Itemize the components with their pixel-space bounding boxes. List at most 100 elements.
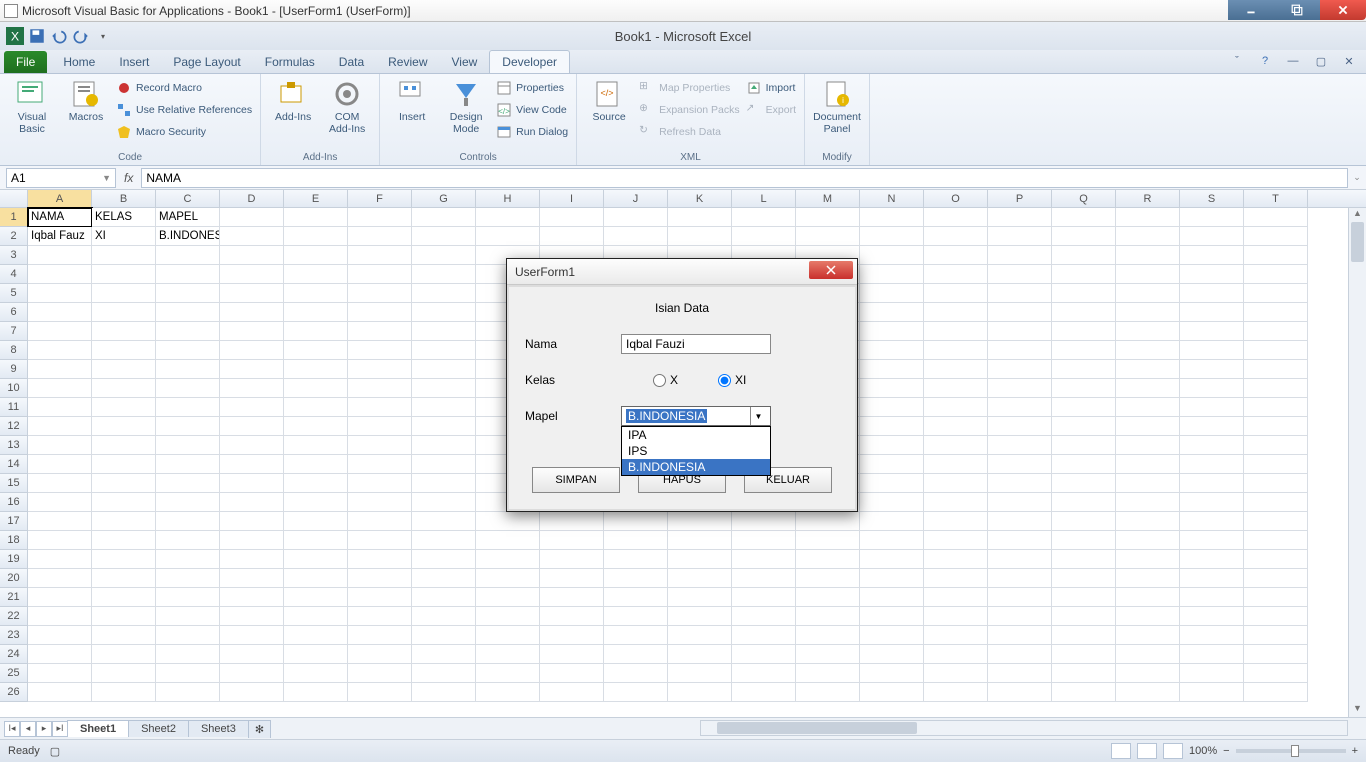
sheet-prev-icon[interactable]: ◂: [20, 721, 36, 737]
cell[interactable]: [284, 493, 348, 512]
tab-developer[interactable]: Developer: [489, 50, 570, 73]
cell[interactable]: [604, 569, 668, 588]
cell[interactable]: [220, 645, 284, 664]
import-button[interactable]: Import: [746, 78, 796, 98]
cell[interactable]: [412, 626, 476, 645]
column-header[interactable]: F: [348, 190, 412, 207]
column-header[interactable]: G: [412, 190, 476, 207]
cell[interactable]: [1052, 417, 1116, 436]
cell[interactable]: [156, 436, 220, 455]
cell[interactable]: [220, 474, 284, 493]
run-dialog-button[interactable]: Run Dialog: [496, 122, 568, 142]
cell[interactable]: [1180, 607, 1244, 626]
cell[interactable]: [28, 455, 92, 474]
cell[interactable]: [1180, 303, 1244, 322]
cell[interactable]: [1052, 569, 1116, 588]
cell[interactable]: [1116, 303, 1180, 322]
row-header[interactable]: 9: [0, 360, 28, 379]
cell[interactable]: [412, 664, 476, 683]
cell[interactable]: [732, 569, 796, 588]
cell[interactable]: [860, 531, 924, 550]
cell[interactable]: [1244, 474, 1308, 493]
cell[interactable]: [924, 588, 988, 607]
cell[interactable]: [92, 626, 156, 645]
cell[interactable]: [1052, 645, 1116, 664]
macro-record-status-icon[interactable]: ▢: [50, 745, 60, 758]
cell[interactable]: [924, 474, 988, 493]
cell[interactable]: [732, 512, 796, 531]
cell[interactable]: [668, 626, 732, 645]
cell[interactable]: [412, 322, 476, 341]
cell[interactable]: [1244, 398, 1308, 417]
cell[interactable]: [796, 683, 860, 702]
cell[interactable]: [860, 569, 924, 588]
cell[interactable]: [476, 531, 540, 550]
column-header[interactable]: I: [540, 190, 604, 207]
cell[interactable]: [1116, 265, 1180, 284]
cell[interactable]: [988, 265, 1052, 284]
cell[interactable]: [348, 455, 412, 474]
cell[interactable]: [156, 360, 220, 379]
cell[interactable]: [1244, 379, 1308, 398]
cell[interactable]: [348, 664, 412, 683]
cell[interactable]: [1244, 360, 1308, 379]
cell[interactable]: [988, 398, 1052, 417]
cell[interactable]: [796, 626, 860, 645]
cell[interactable]: [860, 626, 924, 645]
cell[interactable]: [924, 360, 988, 379]
cell[interactable]: [988, 379, 1052, 398]
cell[interactable]: [604, 683, 668, 702]
cell[interactable]: [924, 208, 988, 227]
cell[interactable]: [28, 569, 92, 588]
cell[interactable]: [924, 664, 988, 683]
cell[interactable]: [988, 208, 1052, 227]
cell[interactable]: [1116, 455, 1180, 474]
cell[interactable]: [412, 379, 476, 398]
cell[interactable]: [220, 208, 284, 227]
zoom-slider[interactable]: [1236, 749, 1346, 753]
cell[interactable]: [28, 436, 92, 455]
source-button[interactable]: </> Source: [585, 78, 633, 124]
cell[interactable]: [1052, 664, 1116, 683]
cell[interactable]: [220, 626, 284, 645]
cell[interactable]: [924, 303, 988, 322]
row-header[interactable]: 23: [0, 626, 28, 645]
row-header[interactable]: 24: [0, 645, 28, 664]
column-header[interactable]: H: [476, 190, 540, 207]
cell[interactable]: [220, 398, 284, 417]
cell[interactable]: [1116, 645, 1180, 664]
cell[interactable]: [348, 265, 412, 284]
cell[interactable]: [668, 588, 732, 607]
sheet-first-icon[interactable]: I◂: [4, 721, 20, 737]
cell[interactable]: [92, 455, 156, 474]
cell[interactable]: [92, 417, 156, 436]
cell[interactable]: [604, 550, 668, 569]
cell[interactable]: [1180, 512, 1244, 531]
cell[interactable]: [924, 246, 988, 265]
cell[interactable]: [1116, 417, 1180, 436]
row-header[interactable]: 5: [0, 284, 28, 303]
tab-file[interactable]: File: [4, 51, 47, 73]
vertical-scrollbar[interactable]: ▲ ▼: [1348, 208, 1366, 717]
cell[interactable]: [732, 208, 796, 227]
window-min-icon[interactable]: —: [1282, 54, 1304, 68]
cell[interactable]: [1180, 645, 1244, 664]
cell[interactable]: [156, 607, 220, 626]
cell[interactable]: [796, 645, 860, 664]
row-header[interactable]: 1: [0, 208, 28, 227]
cell[interactable]: [476, 683, 540, 702]
cell[interactable]: [284, 531, 348, 550]
cell[interactable]: [284, 645, 348, 664]
macro-security-button[interactable]: Macro Security: [116, 122, 252, 142]
cell[interactable]: [348, 645, 412, 664]
cell[interactable]: [1052, 284, 1116, 303]
cell[interactable]: [540, 683, 604, 702]
cell[interactable]: [284, 341, 348, 360]
tab-insert[interactable]: Insert: [107, 51, 161, 73]
normal-view-button[interactable]: [1111, 743, 1131, 759]
cell[interactable]: [1052, 360, 1116, 379]
cell[interactable]: [284, 208, 348, 227]
cell[interactable]: [28, 474, 92, 493]
cell[interactable]: [220, 588, 284, 607]
cell[interactable]: [348, 569, 412, 588]
